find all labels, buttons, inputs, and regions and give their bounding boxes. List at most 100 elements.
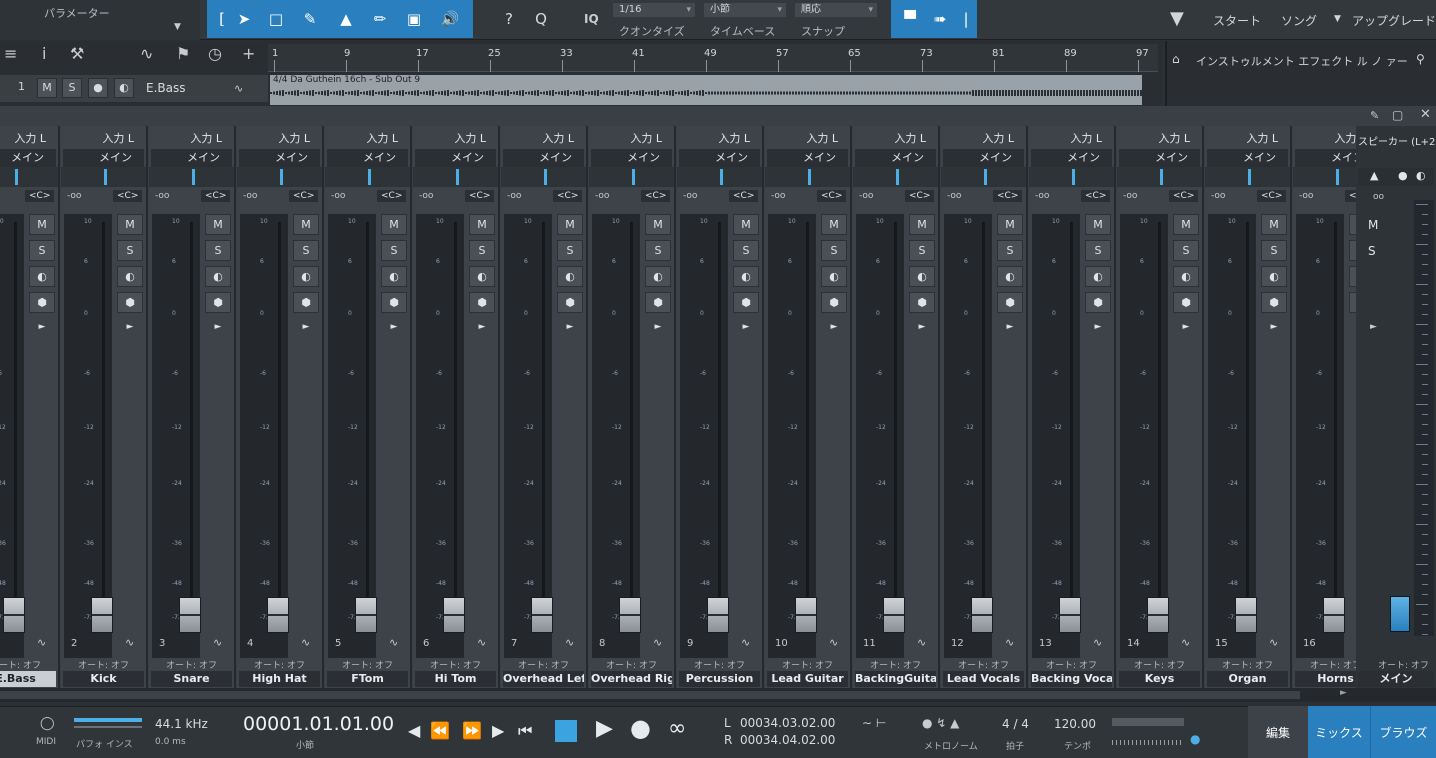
- volume-fader[interactable]: [795, 597, 817, 633]
- mute-button[interactable]: M: [1085, 214, 1111, 235]
- main-solo-button[interactable]: S: [1368, 244, 1376, 258]
- expand-icon[interactable]: ►: [645, 318, 671, 339]
- record-arm-icon[interactable]: ⬢: [469, 292, 495, 313]
- channel-name[interactable]: FTom: [327, 671, 408, 687]
- pan-value[interactable]: <C>: [201, 190, 231, 202]
- channel-name[interactable]: Overhead Left: [503, 671, 584, 687]
- pan-slider[interactable]: [1117, 167, 1202, 187]
- record-arm-icon[interactable]: ⬢: [997, 292, 1023, 313]
- channel-output[interactable]: メイン: [1119, 149, 1200, 167]
- volume-fader[interactable]: [1323, 597, 1345, 633]
- pan-slider[interactable]: [1205, 167, 1290, 187]
- volume-fader[interactable]: [179, 597, 201, 633]
- channel-output[interactable]: メイン: [943, 149, 1024, 167]
- channel-name[interactable]: Overhead Right: [591, 671, 672, 687]
- fader-track[interactable]: [894, 222, 897, 632]
- window-icon[interactable]: ▢: [1392, 108, 1403, 122]
- monitor-icon[interactable]: ◐: [381, 266, 407, 287]
- automation-mode[interactable]: オート: オフ: [501, 658, 586, 671]
- automation-mode[interactable]: オート: オフ: [1205, 658, 1290, 671]
- track-mute-button[interactable]: M: [37, 78, 57, 98]
- channel-output[interactable]: メイン: [239, 149, 320, 167]
- solo-button[interactable]: S: [1173, 240, 1199, 261]
- record-arm-icon[interactable]: ⬢: [29, 292, 55, 313]
- volume-fader[interactable]: [91, 597, 113, 633]
- pan-indicator[interactable]: [1160, 169, 1163, 185]
- expand-icon[interactable]: ►: [469, 318, 495, 339]
- tab-browse[interactable]: ブラウズ: [1370, 706, 1436, 758]
- expand-icon[interactable]: ►: [557, 318, 583, 339]
- fader-track[interactable]: [1334, 222, 1337, 632]
- channel-input[interactable]: 入力 L: [1029, 130, 1114, 146]
- automation-mode[interactable]: オート: オフ: [589, 658, 674, 671]
- expand-icon[interactable]: ►: [1261, 318, 1287, 339]
- main-mute-button[interactable]: M: [1368, 218, 1378, 232]
- channel-strip[interactable]: 入力 L メイン -oo <C> 1060-6-12-24-36-48-72 M…: [677, 126, 764, 688]
- pan-value[interactable]: <C>: [113, 190, 143, 202]
- channel-name[interactable]: Kick: [63, 671, 144, 687]
- automation-icon[interactable]: ∿: [565, 636, 574, 649]
- channel-strip[interactable]: 入力 L メイン -oo <C> 1060-6-12-24-36-48-72 M…: [1117, 126, 1204, 688]
- song-button[interactable]: ソング: [1281, 12, 1317, 29]
- pan-slider[interactable]: [149, 167, 234, 187]
- channel-input[interactable]: 入力 L: [149, 130, 234, 146]
- pan-slider[interactable]: [589, 167, 674, 187]
- channel-input[interactable]: 入力 L: [589, 130, 674, 146]
- expand-icon[interactable]: ►: [821, 318, 847, 339]
- metronome-icon[interactable]: ● ↯ ▲: [922, 716, 959, 730]
- range-tool-icon[interactable]: □: [265, 8, 287, 30]
- channel-strip[interactable]: 入力 L メイン -oo <C> 1060-6-12-24-36-48-72 M…: [501, 126, 588, 688]
- solo-button[interactable]: S: [909, 240, 935, 261]
- bracket-icon[interactable]: [: [211, 8, 233, 30]
- mute-button[interactable]: M: [909, 214, 935, 235]
- mute-button[interactable]: M: [821, 214, 847, 235]
- channel-name[interactable]: Percussion: [679, 671, 760, 687]
- expand-icon[interactable]: ►: [997, 318, 1023, 339]
- channel-strip[interactable]: 入力 L メイン -oo <C> 1060-6-12-24-36-48-72 M…: [589, 126, 676, 688]
- expand-icon[interactable]: ►: [909, 318, 935, 339]
- pan-indicator[interactable]: [15, 169, 18, 185]
- mute-button[interactable]: M: [645, 214, 671, 235]
- channel-name[interactable]: Backing Vocals: [1031, 671, 1112, 687]
- channel-name[interactable]: Lead Vocals: [943, 671, 1024, 687]
- pencil-tool-icon[interactable]: ✎: [299, 8, 321, 30]
- record-arm-icon[interactable]: ⬢: [1173, 292, 1199, 313]
- record-arm-icon[interactable]: ⬢: [293, 292, 319, 313]
- record-arm-icon[interactable]: ⬢: [1261, 292, 1287, 313]
- mute-button[interactable]: M: [1173, 214, 1199, 235]
- pan-value[interactable]: <C>: [729, 190, 759, 202]
- fader-track[interactable]: [542, 222, 545, 632]
- mute-button[interactable]: M: [469, 214, 495, 235]
- timeline-ruler[interactable]: 1 9 17 25 33 41 49 57 65 73 81 89 97: [268, 44, 1158, 72]
- pan-slider[interactable]: [413, 167, 498, 187]
- expand-icon[interactable]: ►: [1173, 318, 1199, 339]
- punch-icon[interactable]: ∼ ⊢: [862, 716, 886, 730]
- fader-track[interactable]: [1158, 222, 1161, 632]
- snap-select[interactable]: 順応: [795, 3, 877, 17]
- fader-track[interactable]: [278, 222, 281, 632]
- automation-icon[interactable]: ∿: [829, 636, 838, 649]
- automation-icon[interactable]: ∿: [37, 636, 46, 649]
- channel-input[interactable]: 入力 L: [0, 130, 58, 146]
- record-arm-icon[interactable]: ⬢: [733, 292, 759, 313]
- main-routing-icons[interactable]: ▲ ● ◐: [1358, 168, 1434, 186]
- browser-tabs[interactable]: インストゥルメント エフェクト ル ノ ァー: [1196, 53, 1408, 69]
- scrollbar-thumb[interactable]: [0, 691, 1300, 699]
- menu-icon[interactable]: ≡: [4, 44, 17, 63]
- mic-icon[interactable]: ●: [1398, 169, 1408, 182]
- automation-mode[interactable]: オート: オフ: [237, 658, 322, 671]
- automation-mode[interactable]: オート: オフ: [941, 658, 1026, 671]
- monitor-icon[interactable]: ◐: [1261, 266, 1287, 287]
- channel-strip[interactable]: 入力 L メイン -oo <C> 1060-6-12-24-36-48-72 M…: [413, 126, 500, 688]
- upgrade-button[interactable]: アップグレード: [1352, 12, 1436, 29]
- pan-value[interactable]: <C>: [465, 190, 495, 202]
- channel-name[interactable]: High Hat: [239, 671, 320, 687]
- mute-button[interactable]: M: [1261, 214, 1287, 235]
- channel-output[interactable]: メイン: [0, 149, 56, 167]
- close-icon[interactable]: ✕: [1420, 107, 1431, 122]
- volume-fader[interactable]: [619, 597, 641, 633]
- solo-button[interactable]: S: [29, 240, 55, 261]
- pan-indicator[interactable]: [632, 169, 635, 185]
- output-icon[interactable]: ◐: [1416, 169, 1426, 182]
- automation-mode[interactable]: オート: オフ: [149, 658, 234, 671]
